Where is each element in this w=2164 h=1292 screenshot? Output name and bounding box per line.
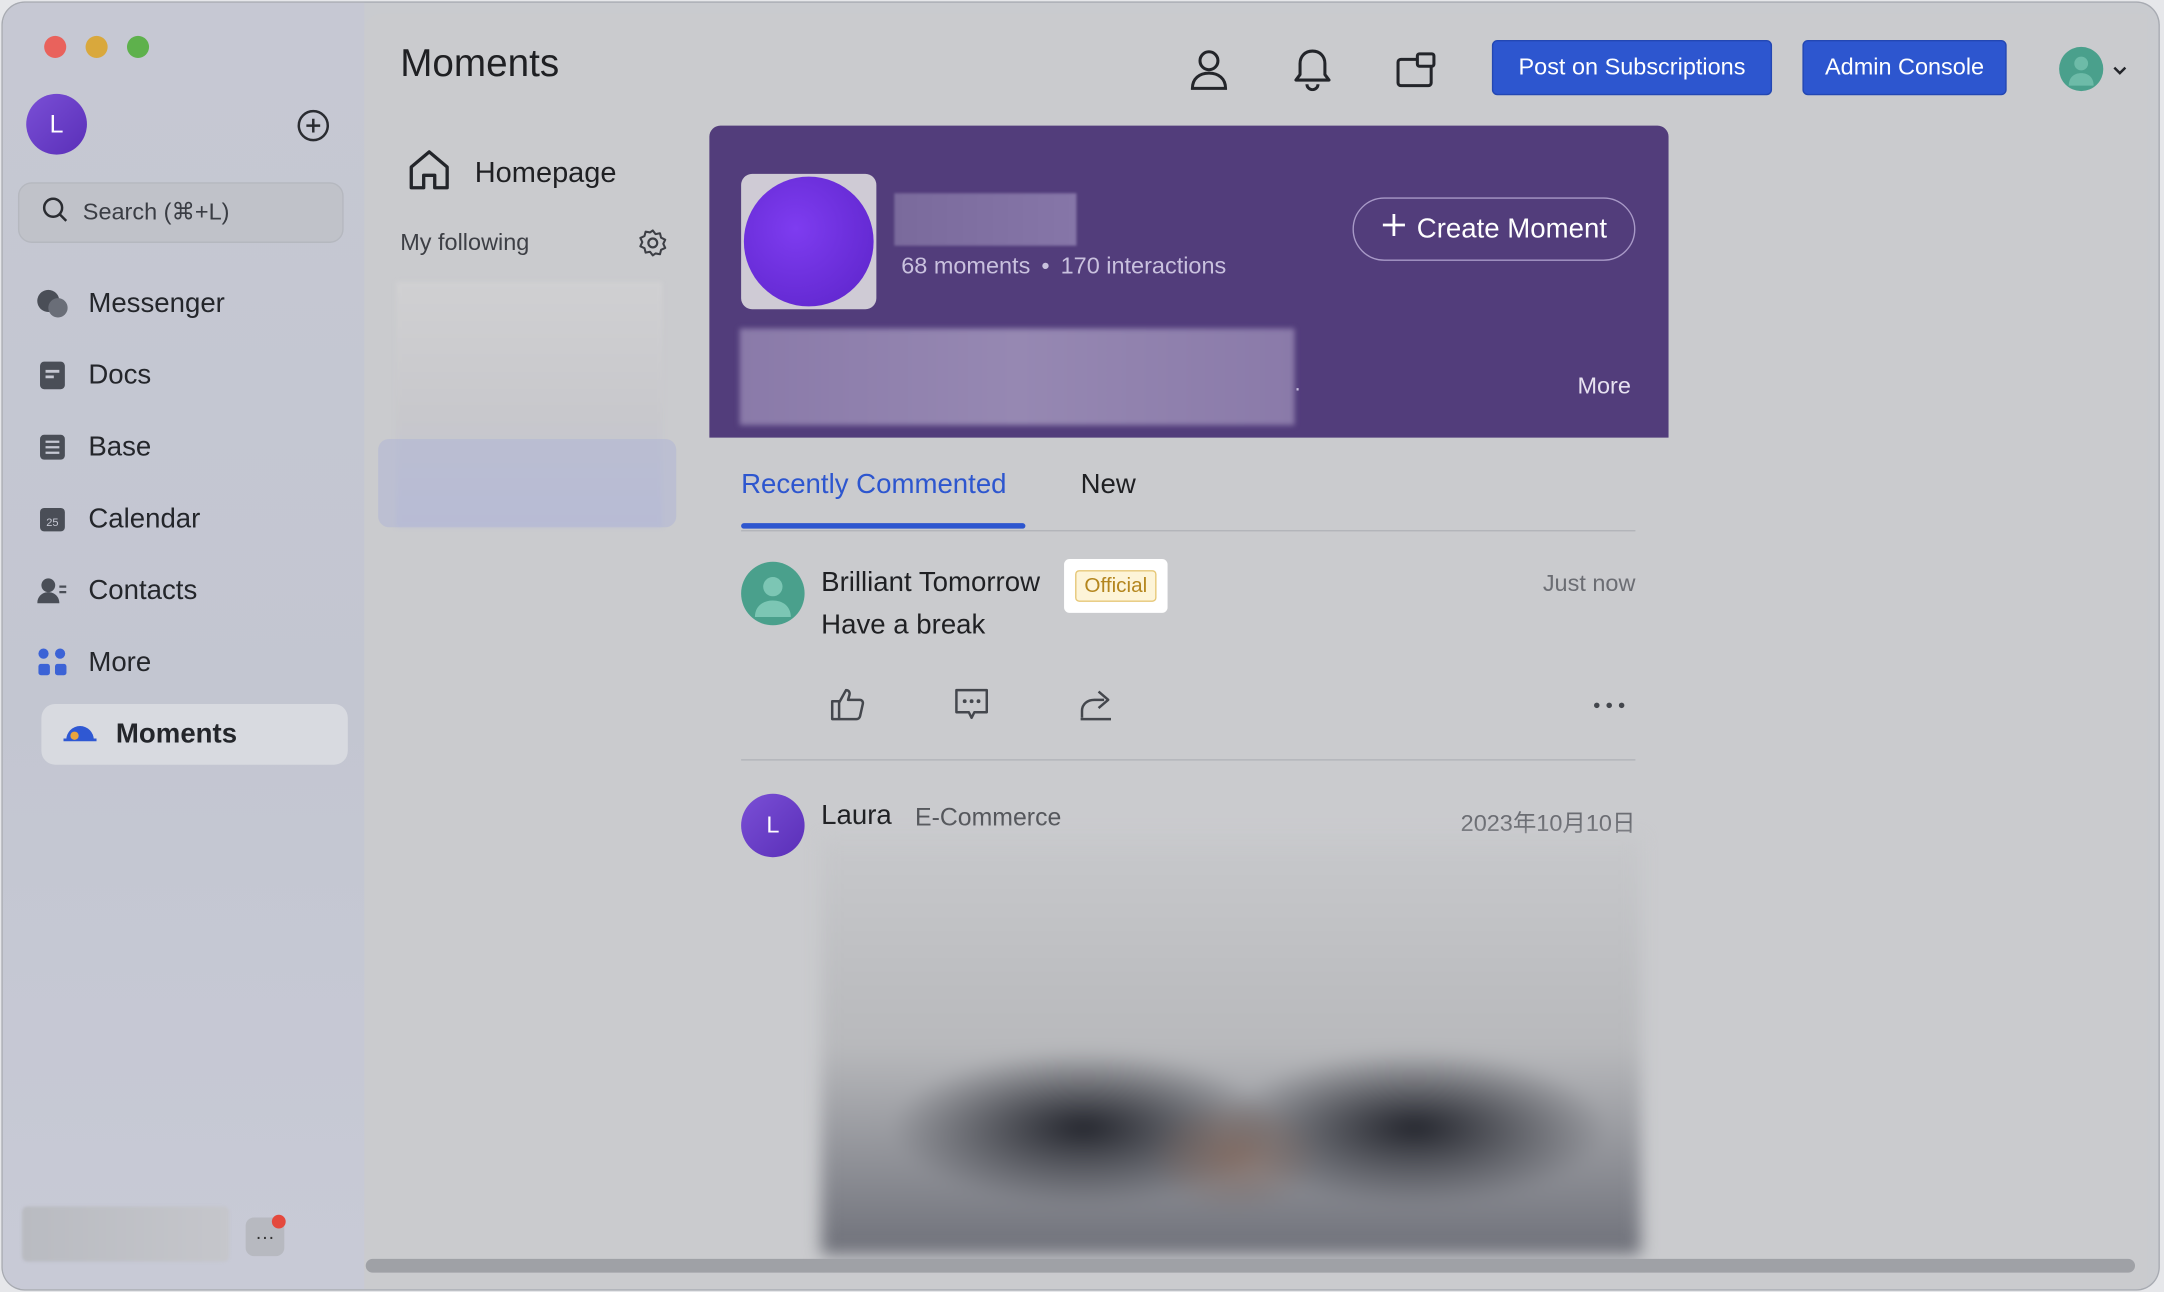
post-on-subscriptions-button[interactable]: Post on Subscriptions [1491, 40, 1773, 96]
gear-icon[interactable] [638, 228, 668, 258]
chevron-down-icon[interactable] [2112, 61, 2129, 78]
post-divider [741, 759, 1636, 761]
tab-new[interactable]: New [1081, 469, 1136, 501]
sidebar-item-label: Docs [88, 359, 152, 390]
sidebar-item-contacts[interactable]: Contacts [36, 560, 348, 621]
blurred-user-info [22, 1206, 230, 1262]
sidebar-item-messenger[interactable]: Messenger [36, 273, 348, 334]
profile-icon[interactable] [1187, 47, 1231, 91]
sidebar: L Search (⌘+L) Messenger Docs Base 25 Ca… [2, 2, 365, 1290]
official-badge-label: Official [1074, 570, 1157, 602]
svg-text:25: 25 [46, 517, 58, 529]
bell-icon[interactable] [1290, 47, 1334, 92]
feed-tabs: Recently Commented New [741, 464, 1636, 532]
sidebar-item-calendar[interactable]: 25 Calendar [36, 489, 348, 550]
blurred-profile-description [739, 328, 1295, 426]
sidebar-item-label: More [88, 646, 152, 678]
active-tab-indicator [741, 523, 1026, 529]
sidebar-item-docs[interactable]: Docs [36, 345, 348, 406]
notification-dot [271, 1214, 286, 1229]
sidebar-item-label: Messenger [88, 287, 225, 319]
post-author-name[interactable]: Laura [821, 801, 892, 833]
more-apps-icon [36, 646, 69, 679]
sidebar-item-base[interactable]: Base [36, 417, 348, 478]
zoom-window-button[interactable] [126, 35, 150, 58]
profile-avatar[interactable]: L [26, 93, 87, 155]
share-icon[interactable] [1076, 685, 1115, 724]
post-text: Have a break [821, 610, 986, 641]
sidebar-item-label: Calendar [88, 503, 201, 534]
profile-stats: 68 moments • 170 interactions [901, 253, 1226, 281]
admin-console-button[interactable]: Admin Console [1802, 40, 2007, 96]
calendar-icon: 25 [36, 502, 69, 535]
window-switch-icon[interactable] [1394, 47, 1438, 91]
moments-icon [63, 718, 97, 751]
post-time: 2023年10月10日 [1460, 810, 1636, 837]
search-placeholder: Search (⌘+L) [82, 198, 230, 225]
sidebar-item-label: Moments [115, 718, 238, 749]
sidebar-item-label: Base [88, 431, 152, 462]
messenger-icon [36, 287, 69, 320]
like-icon[interactable] [828, 685, 867, 724]
add-icon[interactable] [297, 109, 330, 142]
base-icon [36, 431, 69, 464]
create-moment-button[interactable]: Create Moment [1352, 197, 1636, 261]
search-box[interactable]: Search (⌘+L) [17, 182, 344, 243]
author-department: E-Commerce [915, 803, 1062, 831]
window-controls [44, 35, 150, 58]
post-author-name[interactable]: Brilliant Tomorrow [821, 567, 1040, 599]
blurred-post-image[interactable] [821, 837, 1641, 1255]
page-title: Moments [400, 41, 560, 85]
official-badge: Official [1064, 559, 1168, 613]
post-author-avatar[interactable] [741, 561, 805, 626]
create-moment-label: Create Moment [1416, 213, 1608, 244]
blurred-profile-name [894, 193, 1077, 246]
sidebar-item-label: Contacts [88, 574, 198, 606]
following-list-selected-item[interactable] [378, 438, 677, 528]
home-icon [406, 146, 453, 201]
description-period: . [1294, 372, 1301, 397]
banner-avatar[interactable] [741, 173, 877, 310]
stats-separator: • [1041, 252, 1050, 279]
ellipsis-icon[interactable] [1590, 685, 1629, 724]
plus-icon [1381, 213, 1406, 246]
sidebar-item-more[interactable]: More [36, 632, 348, 693]
horizontal-scrollbar[interactable] [365, 1258, 2136, 1273]
contacts-icon [36, 574, 69, 607]
moments-count: 68 moments [901, 252, 1031, 279]
docs-icon [36, 359, 69, 392]
post-author-avatar[interactable]: L [741, 793, 805, 858]
interactions-count: 170 interactions [1060, 252, 1227, 279]
minimize-window-button[interactable] [85, 35, 108, 58]
sidebar-item-moments[interactable]: Moments [41, 703, 348, 765]
homepage-link[interactable]: Homepage [406, 146, 617, 201]
homepage-label: Homepage [474, 157, 617, 190]
post-time: Just now [1542, 570, 1636, 597]
close-window-button[interactable] [44, 35, 67, 58]
banner-more-link[interactable]: More [1577, 373, 1630, 401]
my-following-label: My following [400, 229, 530, 256]
user-avatar[interactable] [2059, 46, 2104, 92]
tab-recently-commented[interactable]: Recently Commented [741, 469, 1006, 501]
search-icon [41, 195, 69, 230]
comment-icon[interactable] [952, 685, 991, 724]
